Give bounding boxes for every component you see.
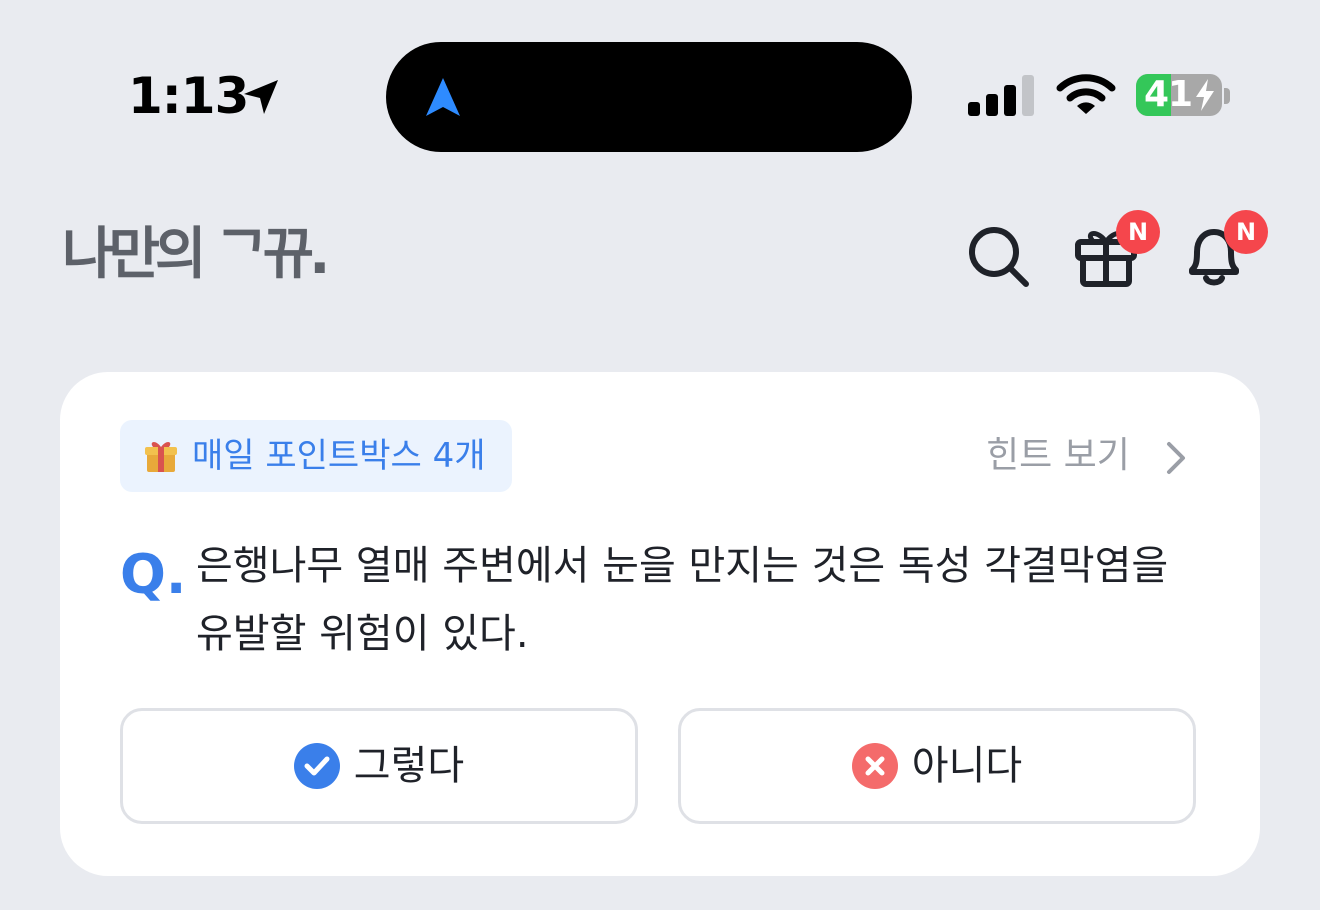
answer-no-button[interactable]: 아니다 <box>678 708 1196 824</box>
question-text: 은행나무 열매 주변에서 눈을 만지는 것은 독성 각결막염을 유발할 위험이 … <box>196 543 1169 657</box>
answer-yes-button[interactable]: 그렇다 <box>120 708 638 824</box>
notifications-badge: N <box>1224 210 1268 254</box>
x-circle-icon <box>851 743 898 789</box>
answer-no-label: 아니다 <box>911 743 1023 789</box>
status-time: 1:13 <box>128 67 249 125</box>
answer-yes-label: 그렇다 <box>353 743 465 789</box>
search-icon <box>969 227 1029 287</box>
quiz-card: 매일 포인트박스 4개 힌트 보기 Q. 은행나무 열매 주변에서 눈을 만지는… <box>60 372 1260 876</box>
gift-box-icon <box>145 442 177 472</box>
daily-points-label: 매일 포인트박스 4개 <box>192 436 486 476</box>
status-bar: 1:13 41 <box>0 0 1320 190</box>
daily-points-chip[interactable]: 매일 포인트박스 4개 <box>120 420 512 492</box>
notifications-button[interactable]: N <box>1180 210 1268 290</box>
app-logo[interactable]: 나만의 ᄀ뀨. <box>62 222 330 288</box>
hint-link[interactable]: 힌트 보기 <box>986 430 1130 482</box>
gift-badge: N <box>1116 210 1160 254</box>
dynamic-island <box>386 42 912 152</box>
battery-level: 41 <box>1144 74 1193 115</box>
cellular-signal-icon <box>968 75 1034 116</box>
question-marker: Q. <box>120 543 187 606</box>
wifi-icon <box>1056 74 1116 114</box>
chevron-right-icon[interactable] <box>1164 440 1188 476</box>
navigation-icon <box>426 78 460 116</box>
search-button[interactable] <box>964 220 1034 290</box>
charging-bolt-icon <box>1196 79 1214 111</box>
gift-button[interactable]: N <box>1072 210 1160 290</box>
battery-cap <box>1224 88 1230 104</box>
location-arrow-icon <box>244 80 278 114</box>
battery-icon: 41 <box>1136 74 1222 116</box>
check-circle-icon <box>293 743 340 789</box>
